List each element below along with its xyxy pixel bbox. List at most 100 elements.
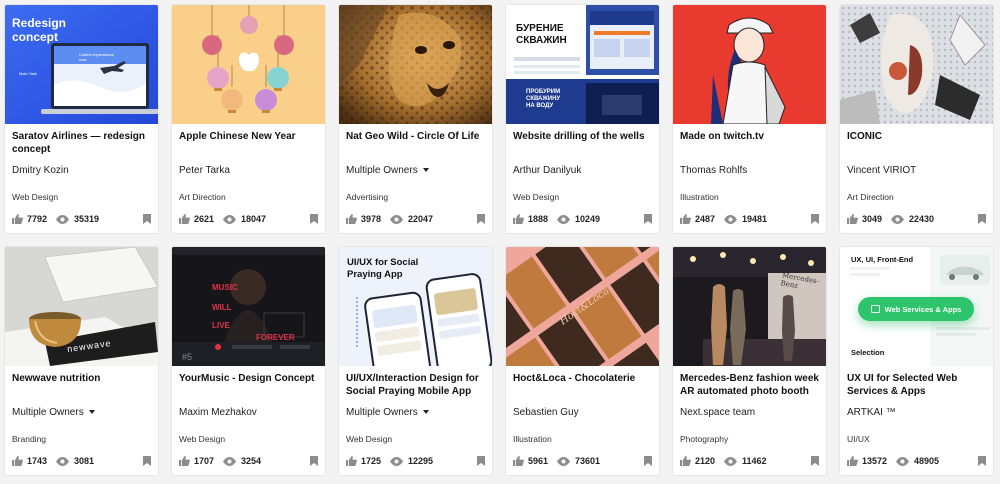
bookmark-icon[interactable]	[143, 456, 151, 466]
project-thumbnail[interactable]: БУРЕНИЕ СКВАЖИН ПРОБУРИМ СКВАЖИНУ НА ВОД…	[506, 5, 659, 124]
thumbs-up-icon	[346, 214, 357, 224]
project-stats: 2120 11462	[680, 455, 819, 467]
project-title[interactable]: Apple Chinese New Year	[179, 131, 318, 157]
project-owner[interactable]: Dmitry Kozin	[12, 165, 69, 176]
project-card[interactable]: Apple Chinese New Year Peter Tarka Art D…	[172, 5, 325, 233]
thumb-heading: MUSIC	[212, 283, 238, 292]
project-card[interactable]: БУРЕНИЕ СКВАЖИН ПРОБУРИМ СКВАЖИНУ НА ВОД…	[506, 5, 659, 233]
project-category[interactable]: Web Design	[513, 192, 559, 202]
project-category[interactable]: Branding	[12, 434, 46, 444]
like-count: 7792	[27, 214, 48, 224]
thumbs-up-icon	[513, 214, 524, 224]
bookmark-icon[interactable]	[644, 214, 652, 224]
project-thumbnail[interactable]: Hoct&Loca	[506, 247, 659, 366]
thumb-heading: WILL	[212, 303, 232, 312]
bookmark-icon[interactable]	[811, 214, 819, 224]
view-count: 3081	[74, 456, 95, 466]
project-card[interactable]: Nat Geo Wild - Circle Of Life Multiple O…	[339, 5, 492, 233]
view-count: 22047	[408, 214, 434, 224]
project-grid: Redesign concept Main Task Collect impre…	[5, 5, 993, 475]
project-card[interactable]: Hoct&Loca Hoct&Loca - Chocolaterie Sebas…	[506, 247, 659, 475]
project-owner[interactable]: Peter Tarka	[179, 165, 230, 176]
project-title[interactable]: Website drilling of the wells	[513, 131, 652, 157]
thumbs-up-icon	[12, 456, 23, 466]
project-category[interactable]: Art Direction	[847, 192, 894, 202]
bookmark-icon[interactable]	[310, 214, 318, 224]
project-owner[interactable]: Maxim Mezhakov	[179, 407, 257, 418]
web-services-pill: Web Services & Apps	[858, 297, 974, 321]
bookmark-icon[interactable]	[477, 214, 485, 224]
project-owner[interactable]: Vincent VIRIOT	[847, 165, 916, 176]
bookmark-icon[interactable]	[310, 456, 318, 466]
view-count: 11462	[742, 456, 767, 466]
project-owner[interactable]: Thomas Rohlfs	[680, 165, 747, 176]
bookmark-icon[interactable]	[978, 214, 986, 224]
multiple-owners-dropdown[interactable]: Multiple Owners	[346, 407, 429, 418]
project-stats: 1725 12295	[346, 455, 485, 467]
thumb-label: Main Task	[19, 71, 37, 76]
project-category[interactable]: Illustration	[513, 434, 552, 444]
bookmark-icon[interactable]	[143, 214, 151, 224]
project-category[interactable]: Web Design	[346, 434, 392, 444]
project-owner[interactable]: ARTKAI ™	[847, 407, 896, 418]
project-card[interactable]: newwave Newwave nutrition Multiple Owner…	[5, 247, 158, 475]
thumb-label: СКВАЖИНУ	[526, 96, 561, 102]
view-count: 18047	[241, 214, 267, 224]
project-category[interactable]: Photography	[680, 434, 728, 444]
project-card[interactable]: Mercedes-Benz Mercedes-Benz fashion week…	[673, 247, 826, 475]
thumbs-up-icon	[346, 456, 357, 466]
project-category[interactable]: Art Direction	[179, 192, 226, 202]
project-thumbnail[interactable]	[840, 5, 993, 124]
project-card[interactable]: UX, UI, Front-End Web Services & Apps Se…	[840, 247, 993, 475]
project-card[interactable]: Redesign concept Main Task Collect impre…	[5, 5, 158, 233]
project-title[interactable]: Mercedes-Benz fashion week AR automated …	[680, 373, 819, 399]
project-category[interactable]: UI/UX	[847, 434, 870, 444]
project-title[interactable]: YourMusic - Design Concept	[179, 373, 318, 399]
project-title[interactable]: UX UI for Selected Web Services & Apps	[847, 373, 986, 399]
view-count: 12295	[408, 456, 434, 466]
project-thumbnail[interactable]: Mercedes-Benz	[673, 247, 826, 366]
project-card[interactable]: UI/UX for Social Praying App UI/UX/Inter…	[339, 247, 492, 475]
bookmark-icon[interactable]	[477, 456, 485, 466]
project-title[interactable]: Made on twitch.tv	[680, 131, 819, 157]
project-category[interactable]: Advertising	[346, 192, 388, 202]
project-category[interactable]: Illustration	[680, 192, 719, 202]
bookmark-icon[interactable]	[811, 456, 819, 466]
project-title[interactable]: Hoct&Loca - Chocolaterie	[513, 373, 652, 399]
project-title[interactable]: Saratov Airlines — redesign concept	[12, 131, 151, 157]
project-thumbnail[interactable]: MUSIC WILL LIVE FOREVER #5	[172, 247, 325, 366]
eye-icon	[724, 214, 738, 224]
chevron-down-icon[interactable]	[422, 168, 429, 173]
project-stats: 1743 3081	[12, 455, 151, 467]
project-thumbnail[interactable]: newwave	[5, 247, 158, 366]
chevron-down-icon[interactable]	[88, 410, 95, 415]
thumb-heading: UI/UX for Social	[347, 257, 419, 268]
multiple-owners-dropdown[interactable]: Multiple Owners	[346, 165, 429, 176]
project-title[interactable]: UI/UX/Interaction Design for Social Pray…	[346, 373, 485, 399]
project-owner[interactable]: Next.space team	[680, 407, 755, 418]
project-title[interactable]: Nat Geo Wild - Circle Of Life	[346, 131, 485, 157]
like-count: 2120	[695, 456, 716, 466]
project-thumbnail[interactable]: UI/UX for Social Praying App	[339, 247, 492, 366]
project-thumbnail[interactable]	[172, 5, 325, 124]
project-owner[interactable]: Sebastien Guy	[513, 407, 579, 418]
chevron-down-icon[interactable]	[422, 410, 429, 415]
like-count: 3049	[862, 214, 883, 224]
project-card[interactable]: MUSIC WILL LIVE FOREVER #5 YourMusic - D…	[172, 247, 325, 475]
project-category[interactable]: Web Design	[179, 434, 225, 444]
like-count: 2487	[695, 214, 716, 224]
project-category[interactable]: Web Design	[12, 192, 58, 202]
project-thumbnail[interactable]: Redesign concept Main Task Collect impre…	[5, 5, 158, 124]
project-thumbnail[interactable]	[673, 5, 826, 124]
project-title[interactable]: Newwave nutrition	[12, 373, 151, 399]
bookmark-icon[interactable]	[978, 456, 986, 466]
multiple-owners-dropdown[interactable]: Multiple Owners	[12, 407, 95, 418]
eye-icon	[390, 456, 404, 466]
project-thumbnail[interactable]: UX, UI, Front-End Web Services & Apps Se…	[840, 247, 993, 366]
project-thumbnail[interactable]	[339, 5, 492, 124]
project-card[interactable]: Made on twitch.tv Thomas Rohlfs Illustra…	[673, 5, 826, 233]
project-title[interactable]: ICONIC	[847, 131, 986, 157]
project-card[interactable]: ICONIC Vincent VIRIOT Art Direction 3049…	[840, 5, 993, 233]
project-owner[interactable]: Arthur Danilyuk	[513, 165, 581, 176]
bookmark-icon[interactable]	[644, 456, 652, 466]
